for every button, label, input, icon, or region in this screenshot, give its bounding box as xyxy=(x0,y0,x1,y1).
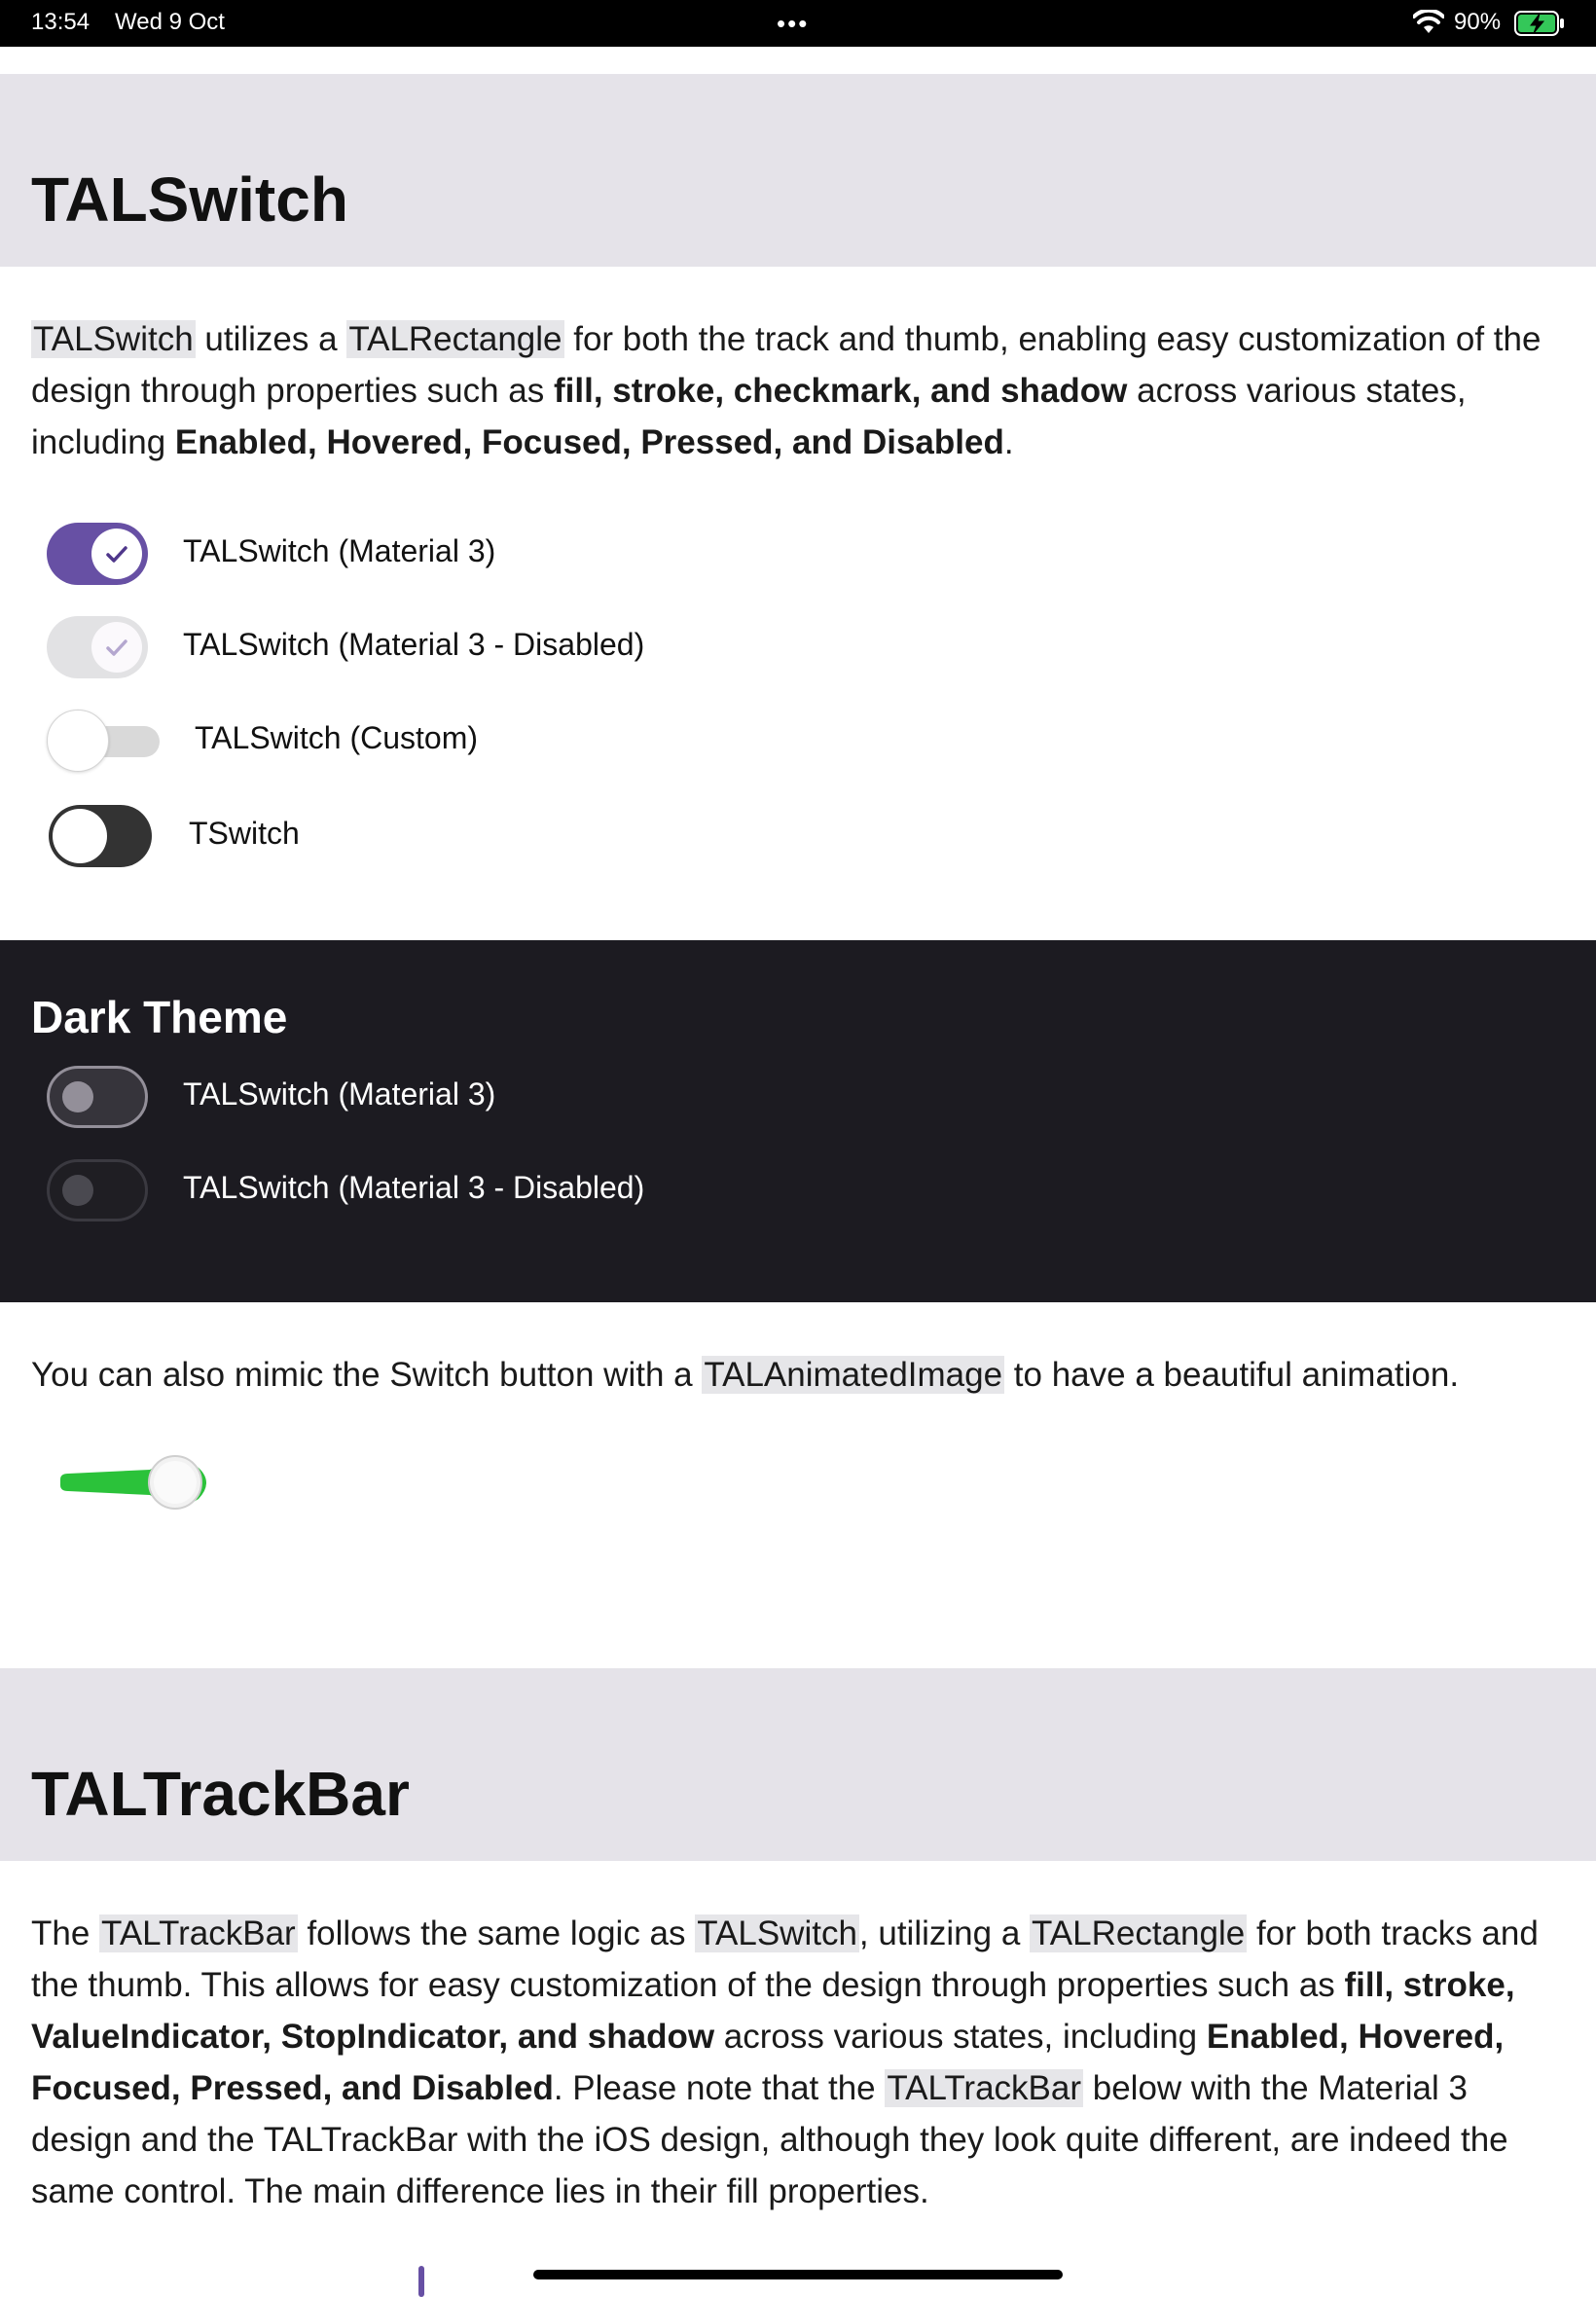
switch-custom-thumb[interactable] xyxy=(47,710,109,772)
status-bar: 13:54 Wed 9 Oct ••• 90% xyxy=(0,0,1596,47)
text: across various states, including xyxy=(714,2018,1207,2056)
trackbar-section-title: TALTrackBar xyxy=(31,1759,410,1829)
dark-switch-row-material3-disabled: TALSwitch (Material 3 - Disabled) xyxy=(0,1156,1596,1224)
code-term: TALRectangle xyxy=(346,320,564,358)
home-indicator[interactable] xyxy=(533,2270,1063,2279)
code-term: TALAnimatedImage xyxy=(702,1356,1005,1394)
wifi-icon xyxy=(1412,8,1445,42)
code-term: TALSwitch xyxy=(31,320,196,358)
switch-row-material3-disabled: TALSwitch (Material 3 - Disabled) xyxy=(0,613,1596,681)
multitasking-dots[interactable]: ••• xyxy=(777,9,809,39)
dark-theme-title: Dark Theme xyxy=(31,992,288,1042)
bold-text: Enabled, Hovered, Focused, Pressed, and … xyxy=(174,423,1004,461)
switch-thumb xyxy=(62,1081,93,1112)
dark-switch-row-material3: TALSwitch (Material 3) xyxy=(0,1063,1596,1131)
switch-row-material3: TALSwitch (Material 3) xyxy=(0,520,1596,588)
dark-switch-material3[interactable] xyxy=(47,1066,148,1128)
text: The xyxy=(31,1914,100,1952)
switch-description: TALSwitch utilizes a TALRectangle for bo… xyxy=(31,313,1569,468)
switch-label: TSwitch xyxy=(189,816,300,851)
switch-label: TALSwitch (Material 3) xyxy=(183,1076,496,1112)
animated-switch-image[interactable] xyxy=(53,1448,214,1516)
code-term: TALTrackBar xyxy=(99,1914,298,1952)
battery-percent: 90% xyxy=(1454,9,1502,35)
switch-thumb xyxy=(53,809,107,863)
text: You can also mimic the Switch button wit… xyxy=(31,1356,703,1394)
switch-thumb xyxy=(91,622,142,673)
checkmark-icon xyxy=(106,639,127,656)
switch-section-header: TALSwitch xyxy=(0,74,1596,267)
switch-row-tswitch: TSwitch xyxy=(0,802,1596,870)
switch-label: TALSwitch (Material 3) xyxy=(183,533,496,568)
switch-label: TALSwitch (Material 3 - Disabled) xyxy=(183,1170,645,1205)
battery-charging-icon xyxy=(1514,11,1565,43)
text: utilizes a xyxy=(195,320,347,358)
status-date: Wed 9 Oct xyxy=(115,9,225,35)
trackbar-description: The TALTrackBar follows the same logic a… xyxy=(31,1908,1569,2217)
switch-row-custom: TALSwitch (Custom) xyxy=(0,707,1596,775)
trackbar-thumb-peek[interactable] xyxy=(418,2266,424,2297)
text: follows the same logic as xyxy=(297,1914,696,1952)
text: to have a beautiful animation. xyxy=(1004,1356,1460,1394)
bold-text: fill, stroke, checkmark, and shadow xyxy=(554,372,1128,410)
code-term: TALTrackBar xyxy=(885,2069,1084,2107)
switch-section-title: TALSwitch xyxy=(31,164,348,235)
checkmark-icon xyxy=(106,546,127,563)
code-term: TALSwitch xyxy=(695,1914,859,1952)
switch-label: TALSwitch (Custom) xyxy=(195,720,479,755)
text: . xyxy=(1003,423,1014,461)
switch-material3-disabled[interactable] xyxy=(47,616,148,678)
switch-thumb xyxy=(91,529,142,579)
code-term: TALRectangle xyxy=(1030,1914,1248,1952)
dark-switch-material3-disabled[interactable] xyxy=(47,1159,148,1221)
trackbar-section-header: TALTrackBar xyxy=(0,1668,1596,1861)
text: . Please note that the xyxy=(553,2069,886,2107)
tswitch[interactable] xyxy=(49,805,152,867)
switch-label: TALSwitch (Material 3 - Disabled) xyxy=(183,627,645,662)
status-time: 13:54 xyxy=(31,9,91,35)
animated-description: You can also mimic the Switch button wit… xyxy=(31,1349,1569,1401)
text: , utilizing a xyxy=(858,1914,1031,1952)
dark-theme-panel: Dark Theme TALSwitch (Material 3) TALSwi… xyxy=(0,940,1596,1302)
switch-material3[interactable] xyxy=(47,523,148,585)
switch-thumb xyxy=(62,1175,93,1206)
